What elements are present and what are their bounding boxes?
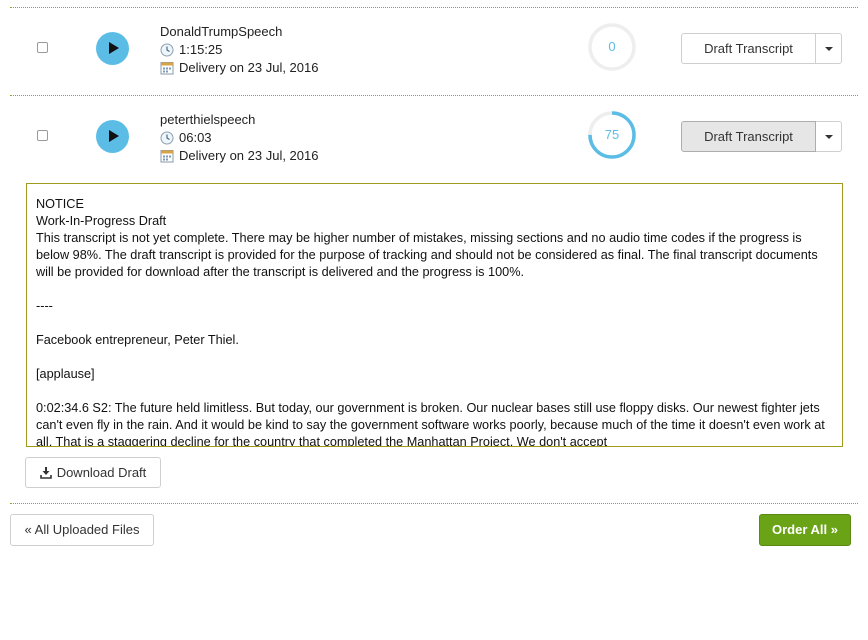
clock-icon (160, 131, 174, 144)
delivery-date: Delivery on 23 Jul, 2016 (160, 148, 318, 163)
transcript-line: Facebook entrepreneur, Peter Thiel. (36, 333, 239, 347)
file-row: DonaldTrumpSpeech 1:15:25 Delivery on 23… (0, 8, 868, 96)
calendar-icon (160, 61, 174, 74)
progress-value: 75 (604, 127, 620, 142)
file-row: peterthielspeech 06:03 Delivery on 23 Ju… (0, 96, 868, 184)
notice-body: This transcript is not yet complete. The… (36, 231, 818, 279)
duration: 1:15:25 (160, 42, 222, 57)
file-checkbox[interactable] (37, 130, 48, 141)
bottom-divider (10, 503, 858, 504)
play-icon[interactable] (96, 32, 129, 65)
all-uploaded-files-button[interactable]: « All Uploaded Files (10, 514, 154, 546)
file-name: peterthielspeech (160, 112, 256, 127)
caret-down-icon[interactable] (816, 33, 842, 64)
transcript-line: 0:02:34.6 S2: The future held limitless.… (36, 401, 825, 447)
delivery-date: Delivery on 23 Jul, 2016 (160, 60, 318, 75)
delivery-text: Delivery on 23 Jul, 2016 (179, 60, 319, 75)
duration-text: 06:03 (179, 130, 212, 145)
progress-circle: 0 (587, 22, 637, 72)
download-draft-button[interactable]: Download Draft (25, 457, 161, 488)
caret-down-icon[interactable] (816, 121, 842, 152)
play-icon[interactable] (96, 120, 129, 153)
draft-transcript-dropdown: Draft Transcript (681, 33, 842, 64)
draft-transcript-button[interactable]: Draft Transcript (681, 121, 816, 152)
draft-transcript-button[interactable]: Draft Transcript (681, 33, 816, 64)
progress-value: 0 (608, 39, 616, 54)
notice-heading: NOTICE (36, 197, 84, 211)
calendar-icon (160, 149, 174, 162)
duration: 06:03 (160, 130, 212, 145)
delivery-text: Delivery on 23 Jul, 2016 (179, 148, 319, 163)
notice-subheading: Work-In-Progress Draft (36, 214, 167, 228)
draft-transcript-dropdown: Draft Transcript (681, 121, 842, 152)
file-name: DonaldTrumpSpeech (160, 24, 283, 39)
file-checkbox[interactable] (37, 42, 48, 53)
progress-circle: 75 (587, 110, 637, 160)
download-draft-label: Download Draft (56, 465, 147, 480)
order-all-button[interactable]: Order All » (759, 514, 851, 546)
notice-separator: ---- (36, 299, 53, 313)
duration-text: 1:15:25 (179, 42, 223, 57)
transcript-line: [applause] (36, 367, 95, 381)
clock-icon (160, 43, 174, 56)
draft-transcript-preview[interactable]: NOTICE Work-In-Progress Draft This trans… (26, 183, 843, 447)
download-icon (39, 467, 52, 479)
